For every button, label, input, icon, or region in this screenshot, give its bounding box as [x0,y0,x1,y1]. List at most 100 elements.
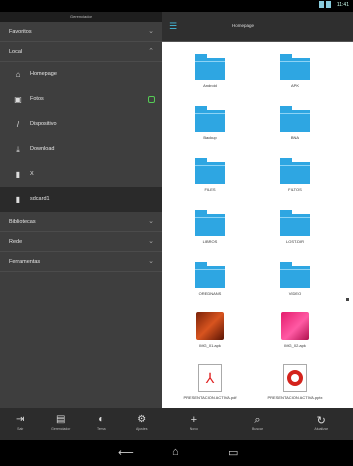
drawer-section-rede[interactable]: Rede ⌄ [0,232,162,252]
folder-icon [195,106,225,132]
folder-icon [280,54,310,80]
image-thumbnail [281,312,309,340]
recent-apps-icon[interactable]: ▭ [228,446,238,459]
file-name: PRESENTACION ACTIVA.pptx [267,395,323,400]
drawer-section-local[interactable]: Local ⌃ [0,42,162,62]
atualizar-button[interactable]: ↻ Atualizar [289,408,353,440]
file-item[interactable]: IMG_02.apk [255,312,335,348]
scroll-indicator[interactable] [346,298,349,301]
navigation-drawer: Gerenciador Favoritos ⌄ Local ⌃ ⌂ Homepage ▣ F… [0,12,162,440]
file-name: FILTOS [288,187,302,192]
novo-button[interactable]: + Novo [162,408,226,440]
file-item[interactable]: IMG_01.apk [170,312,250,348]
battery-icon [326,1,331,8]
device-icon: / [16,120,20,129]
file-name: FILES [204,187,216,192]
folder-icon [195,54,225,80]
button-label: Atualizar [314,427,328,431]
file-name: Backup [203,135,217,140]
drawer-item-label: Homepage [30,71,57,77]
ajustes-button[interactable]: ⚙ Ajustes [122,408,163,440]
signal-icon [319,1,324,8]
file-name: LIBROS [202,239,218,244]
file-name: PRESENTACION ACTIVA.pdf [183,395,237,400]
presentation-file-icon [283,364,307,392]
file-item[interactable]: APK [255,52,335,88]
file-name: OREDNANS [198,291,222,296]
drawer-item-fotos[interactable]: ▣ Fotos [0,87,162,112]
drawer-item-label: sdcard1 [30,196,50,202]
content-header: ☰ Homepage [162,12,353,42]
file-item[interactable]: VIDEO [255,260,335,296]
home-icon: ⌂ [15,70,21,79]
chevron-icon: ⌄ [148,218,154,225]
file-item[interactable]: LIBROS [170,208,250,244]
folder-icon [195,262,225,288]
button-label: Novo [189,427,198,431]
section-label: Local [9,49,23,55]
section-label: Favoritos [9,29,32,35]
drawer-item-download[interactable]: ⤓ Download [0,137,162,162]
folder-icon [280,262,310,288]
file-name: Android [203,83,217,88]
file-item[interactable]: ⅄ PRESENTACION ACTIVA.pdf [170,364,250,400]
chevron-icon: ⌃ [148,48,154,55]
folder-icon [280,106,310,132]
file-name: VIDEO [288,291,302,296]
drawer-item-label: X [30,171,34,177]
drawer-section-favoritos[interactable]: Favoritos ⌄ [0,22,162,42]
section-label: Ferramentas [9,259,41,265]
image-thumbnail [196,312,224,340]
tema-button[interactable]: ◐ Tema [81,408,122,440]
file-name: IMG_01.apk [199,343,221,348]
sync-icon[interactable] [148,96,155,103]
status-icons [319,1,331,8]
content-toolbar: + Novo ⌕ Buscar ↻ Atualizar [162,408,353,440]
file-item[interactable]: Backup [170,104,250,140]
drawer-item-label: Download [30,146,55,152]
drawer-toggle-icon[interactable]: ☰ [169,21,177,32]
file-item[interactable]: FILES [170,156,250,192]
file-item[interactable]: PRESENTACION ACTIVA.pptx [255,364,335,400]
sd-card-icon: ▮ [15,170,21,179]
file-item[interactable]: FILTOS [255,156,335,192]
back-icon[interactable]: ⟵ [118,446,134,459]
chevron-icon: ⌄ [148,258,154,265]
drawer-section-bibliotecas[interactable]: Bibliotecas ⌄ [0,212,162,232]
drawer-item-sdcard1[interactable]: ▮ sdcard1 [0,187,162,212]
folder-icon [280,210,310,236]
pdf-file-icon: ⅄ [198,364,222,392]
buscar-button[interactable]: ⌕ Buscar [226,408,290,440]
drawer-section-ferramentas[interactable]: Ferramentas ⌄ [0,252,162,272]
file-name: BNA [290,135,300,140]
status-bar: 11:41 [0,0,353,12]
file-item[interactable]: BNA [255,104,335,140]
photos-icon: ▣ [14,95,22,104]
file-item[interactable]: LOST.DIR [255,208,335,244]
system-nav-bar: ⟵ ⌂ ▭ [0,440,353,466]
status-time: 11:41 [336,2,349,8]
drawer-item-x[interactable]: ▮ X [0,162,162,187]
home-icon[interactable]: ⌂ [172,446,179,458]
folder-icon [195,210,225,236]
section-label: Rede [9,239,23,245]
file-name: APK [290,83,299,88]
sair-button[interactable]: ⇥ Sair [0,408,41,440]
download-icon: ⤓ [16,145,20,154]
manager-icon: ▤ [56,414,66,425]
button-label: Gerenciador [51,427,71,431]
file-item[interactable]: OREDNANS [170,260,250,296]
drawer-toolbar: ⇥ Sair ▤ Gerenciador ◐ Tema ⚙ Ajustes [0,408,162,440]
file-item[interactable]: Android [170,52,250,88]
section-label: Bibliotecas [9,219,36,225]
add-icon: + [190,414,198,426]
search-icon: ⌕ [254,414,261,426]
drawer-item-homepage[interactable]: ⌂ Homepage [0,62,162,87]
chevron-icon: ⌄ [148,28,154,35]
button-label: Tema [96,427,106,431]
drawer-item-dispositivo[interactable]: / Dispositivo [0,112,162,137]
gerenciador-button[interactable]: ▤ Gerenciador [41,408,82,440]
button-label: Sair [17,427,24,431]
folder-icon [280,158,310,184]
drawer-item-label: Dispositivo [30,121,57,127]
